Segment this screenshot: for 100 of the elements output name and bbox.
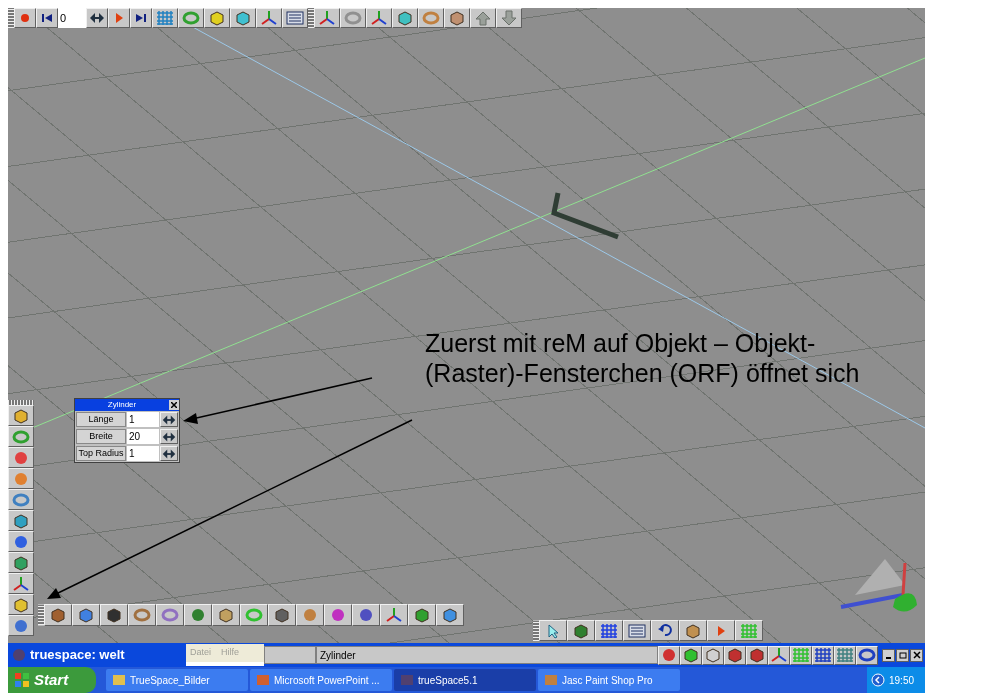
move-button[interactable] [314,8,340,28]
parameter-label[interactable]: Breite [76,429,126,444]
arrow-down-button[interactable] [496,8,522,28]
toolbar-grip[interactable] [308,8,314,28]
undo-button[interactable] [651,620,679,641]
close-button[interactable] [910,648,923,662]
spin-button[interactable] [418,8,444,28]
axes-button[interactable] [380,604,408,626]
select-button[interactable] [539,620,567,641]
play-button[interactable] [108,8,130,28]
percent-button[interactable] [8,426,34,447]
rotate-icon [344,10,362,26]
double-arrow-button[interactable] [86,8,108,28]
start-button[interactable]: Start [8,667,96,693]
folder-button[interactable] [8,594,34,615]
annotation-text: Zuerst mit reM auf Objekt – Objekt- (Raster)-Fensterchen (ORF) öffnet sich [425,328,861,388]
record-button[interactable] [14,8,36,28]
shapes-button[interactable] [8,468,34,489]
cube-icon [208,10,226,26]
status-text: Zylinder [316,646,658,664]
toolbar-grip[interactable] [8,8,14,28]
restore-button[interactable] [896,648,909,662]
frame-button[interactable] [408,604,436,626]
windows-logo-icon [14,672,30,688]
render-button[interactable] [567,620,595,641]
parameter-label[interactable]: Top Radius [76,446,126,461]
picture-icon [628,622,646,639]
stripes-button[interactable] [352,604,380,626]
frame-field[interactable]: 0 [58,8,86,28]
deform-button[interactable] [392,8,418,28]
taskbar-button[interactable]: Jasc Paint Shop Pro [538,669,680,691]
shape-button[interactable] [230,8,256,28]
torus-button[interactable] [128,604,156,626]
landscape-button[interactable] [8,552,34,573]
cube-button[interactable] [204,8,230,28]
minimize-button[interactable] [882,648,895,662]
floor-icon [740,622,758,639]
axes-icon [385,607,403,623]
tools-button[interactable] [8,573,34,594]
boxes-button[interactable] [679,620,707,641]
app-icon [256,673,270,687]
text-button[interactable] [436,604,464,626]
dish-button[interactable] [8,489,34,510]
palette-button[interactable] [296,604,324,626]
close-icon [912,651,921,659]
knot-button[interactable] [156,604,184,626]
chevron-left-icon[interactable] [871,673,885,687]
parameter-field[interactable]: 20 [127,429,159,444]
document-icon [286,10,304,26]
taskbar-button[interactable]: TrueSpace_Bilder [106,669,248,691]
grid-button[interactable] [595,620,623,641]
wrench-button[interactable] [256,8,282,28]
skip-end-button[interactable] [130,8,152,28]
skip-start-button[interactable] [36,8,58,28]
parameter-field[interactable]: 1 [127,412,159,427]
scale-button[interactable] [366,8,392,28]
floor-button[interactable] [735,620,763,641]
toolbar-grip[interactable] [8,400,34,405]
document-button[interactable] [282,8,308,28]
blob-button[interactable] [324,604,352,626]
app-icon [544,673,558,687]
table-button[interactable] [152,8,178,28]
taskbar-button[interactable]: Microsoft PowerPoint ... [250,669,392,691]
taskbar-button[interactable]: trueSpace5.1 [394,669,536,691]
cylinder-button[interactable] [44,604,72,626]
cross-button[interactable] [444,8,470,28]
loop-button[interactable] [240,604,268,626]
window-title: truespace: welt [30,646,126,665]
app-icon [400,673,414,687]
camera-button[interactable] [100,604,128,626]
loop-icon [245,607,263,623]
arrow-down-icon [500,10,518,26]
picture-button[interactable] [623,620,651,641]
toolbar-grip[interactable] [38,605,44,625]
restore-icon [898,651,907,659]
move-icon [318,10,336,26]
play-button[interactable] [707,620,735,641]
cone-button[interactable] [72,604,100,626]
clock: 19:50 [889,673,915,688]
plane-button[interactable] [212,604,240,626]
parameter-field[interactable]: 1 [127,446,159,461]
sphere-icon [189,607,207,623]
loop-button[interactable] [178,8,204,28]
loop-icon [182,10,200,26]
parameter-label[interactable]: Länge [76,412,126,427]
balls-button[interactable] [8,447,34,468]
light-button[interactable] [8,405,34,426]
sphere-button[interactable] [184,604,212,626]
undo-icon [656,622,674,639]
close-button[interactable] [169,400,179,410]
grid-icon [600,622,618,639]
globe-button[interactable] [8,531,34,552]
horn-button[interactable] [268,604,296,626]
status-field [264,646,316,664]
arrow-up-button[interactable] [470,8,496,28]
toolbar-grip[interactable] [533,620,539,641]
rotate-button[interactable] [340,8,366,28]
torus-icon [133,607,151,623]
recycle-button[interactable] [8,615,34,636]
car-button[interactable] [8,510,34,531]
